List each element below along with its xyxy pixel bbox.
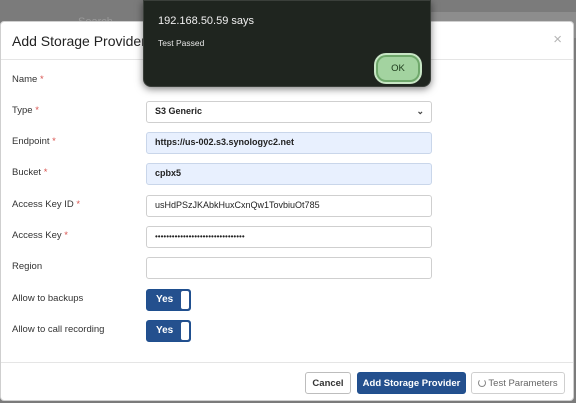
spinner-icon [478,379,487,387]
backups-label: Allow to backups [12,293,84,304]
alert-title: 192.168.50.59 says [158,15,255,27]
close-icon[interactable]: × [553,31,562,48]
endpoint-row: Endpoint * https://us-002.s3.synologyc2.… [1,132,573,154]
name-label: Name * [12,74,44,85]
type-select[interactable]: S3 Generic ⌄ [146,101,432,123]
test-parameters-button[interactable]: Test Parameters [471,372,565,394]
region-label: Region [12,261,43,272]
add-storage-provider-button[interactable]: Add Storage Provider [357,372,466,394]
region-input[interactable] [146,257,432,279]
access-key-row: Access Key * •••••••••••••••••••••••••••… [1,226,573,248]
endpoint-label: Endpoint * [12,136,56,147]
toggle-knob [181,291,189,309]
access-key-id-input[interactable]: usHdPSzJKAbkHuxCxnQw1TovbiuOt785 [146,195,432,217]
call-recording-toggle-label: Yes [156,325,174,336]
endpoint-input[interactable]: https://us-002.s3.synologyc2.net [146,132,432,154]
modal-footer: Cancel Add Storage Provider Test Paramet… [1,362,573,402]
access-key-id-row: Access Key ID * usHdPSzJKAbkHuxCxnQw1Tov… [1,195,573,217]
call-recording-toggle[interactable]: Yes [146,320,191,342]
backups-toggle-label: Yes [156,294,174,305]
test-parameters-label: Test Parameters [488,378,558,389]
access-key-label: Access Key * [12,230,68,241]
type-row: Type * S3 Generic ⌄ [1,101,573,123]
alert-ok-button[interactable]: OK [376,55,420,82]
cancel-button[interactable]: Cancel [305,372,351,394]
backups-toggle[interactable]: Yes [146,289,191,311]
chevron-down-icon: ⌄ [416,106,424,116]
bucket-label: Bucket * [12,167,48,178]
region-row: Region [1,257,573,279]
toggle-knob [181,322,189,340]
access-key-input[interactable]: •••••••••••••••••••••••••••••••• [146,226,432,248]
alert-message: Test Passed [158,38,205,48]
bucket-row: Bucket * cpbx5 [1,163,573,185]
bucket-input[interactable]: cpbx5 [146,163,432,185]
call-recording-label: Allow to call recording [12,324,105,335]
backups-row: Allow to backups Yes [1,289,573,311]
modal-title: Add Storage Provider [12,33,146,49]
access-key-id-label: Access Key ID * [12,199,81,210]
call-recording-row: Allow to call recording Yes [1,320,573,342]
type-label: Type * [12,105,39,116]
